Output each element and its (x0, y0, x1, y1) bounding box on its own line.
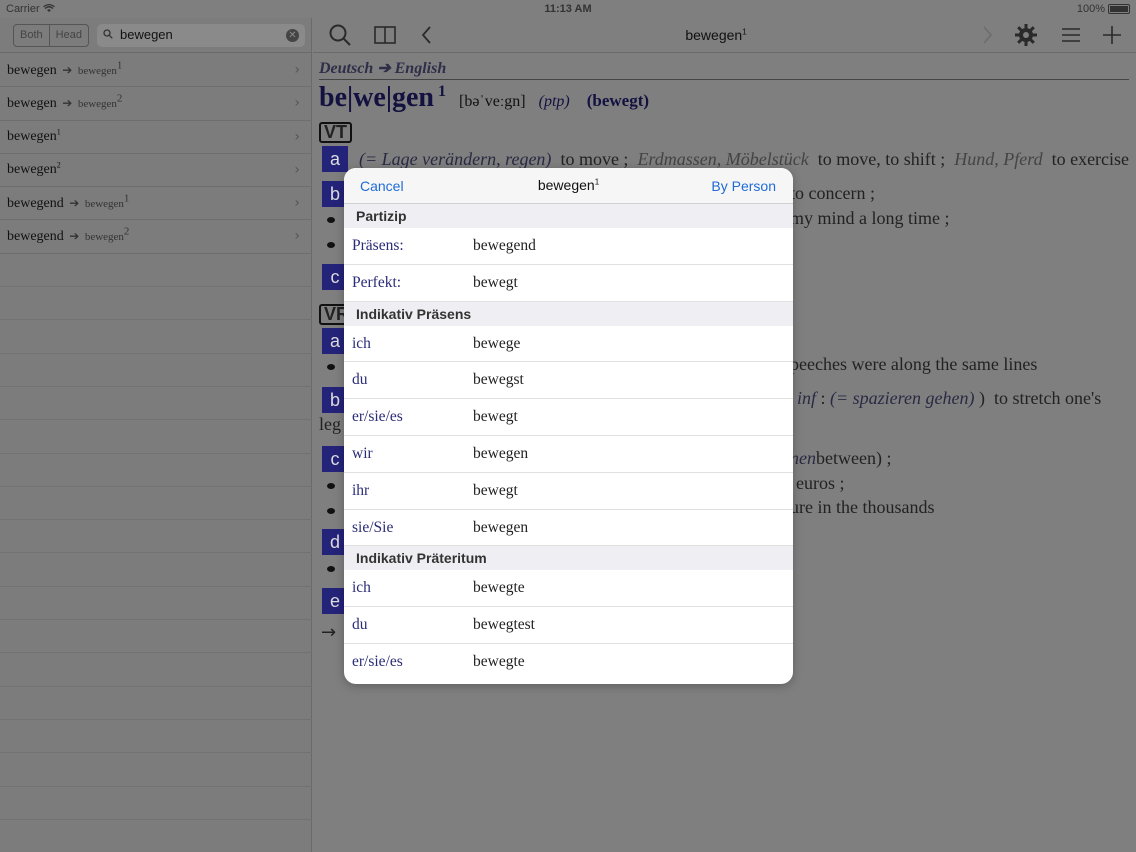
search-icon (103, 29, 113, 39)
conjugation-row: ihr bewegt (344, 473, 793, 510)
dialog-header: Cancel bewegen1 By Person (344, 168, 793, 204)
entry-fragment: to concern ; (790, 183, 875, 203)
sense-a-text: (= Lage verändern, regen) to move ; Erdm… (359, 149, 1130, 169)
entry-fragment: peeches were along the same lines (790, 354, 1038, 374)
scope-head-button[interactable]: Head (48, 25, 88, 46)
entry-fragment: euros ; (796, 473, 845, 493)
arrow-icon: ➔ (69, 196, 80, 211)
bullet (327, 217, 335, 223)
chevron-right-icon: › (294, 62, 300, 78)
conjugation-row: er/sie/es bewegt (344, 399, 793, 436)
conjugation-table[interactable]: Partizip Präsens: bewegend Perfekt: bewe… (344, 204, 793, 684)
bullet (327, 364, 335, 370)
entry-fragment: leg (319, 414, 341, 434)
language-direction: Deutsch ➔ English (319, 58, 1129, 80)
bullet (327, 508, 335, 514)
empty-row (0, 587, 312, 621)
dictionary-entry: Deutsch ➔ English be|we|gen 1 [bəˈveːgn] … (319, 58, 1134, 114)
empty-row (0, 354, 312, 387)
empty-row (0, 520, 312, 554)
grammar-label: (ptp) (538, 93, 570, 110)
results-list: bewegen ➔ bewegen1 › bewegen ➔ bewegen2 … (0, 54, 312, 820)
battery-indicator: 100% (1077, 3, 1130, 15)
conjugation-row: er/sie/es bewegte (352, 652, 525, 670)
conjugation-row: ich bewegte (344, 570, 793, 608)
pronunciation: [bəˈveːgn] (458, 93, 526, 110)
search-input[interactable]: bewegen ✕ (97, 24, 305, 47)
list-item[interactable]: bewegen1 › (0, 121, 312, 154)
chevron-right-icon: › (294, 128, 300, 145)
empty-row (0, 787, 312, 820)
arrow-icon: ➔ (62, 63, 73, 77)
gear-icon[interactable] (1013, 22, 1039, 48)
empty-row (0, 454, 312, 487)
forward-icon[interactable] (974, 22, 1000, 48)
conjugation-row: sie/Sie bewegen (344, 510, 793, 547)
conjugation-dialog: Cancel bewegen1 By Person Partizip Präse… (344, 168, 793, 684)
conjugation-row: du bewegtest (344, 607, 793, 644)
conjugation-row: du bewegst (344, 362, 793, 400)
section-header: Indikativ Präsens (344, 301, 793, 326)
cross-reference-arrow: → (321, 622, 337, 643)
empty-row (0, 753, 312, 787)
section-header: Indikativ Präteritum (344, 546, 793, 571)
search-scope-control: Both Head (13, 24, 89, 47)
empty-row (0, 620, 312, 654)
conjugation-row: Präsens: bewegend (344, 228, 793, 265)
search-bar: Both Head bewegen ✕ (0, 18, 312, 53)
empty-row (0, 553, 312, 587)
conjugation-row: wir bewegen (344, 436, 793, 473)
conjugation-row: Perfekt: bewegt (344, 265, 793, 302)
search-value: bewegen (120, 27, 173, 42)
entry-fragment: ure in the thousands (790, 497, 935, 517)
empty-row (0, 387, 312, 421)
battery-icon (1108, 4, 1130, 14)
results-panel: Both Head bewegen ✕ bewegen ➔ bewegen1 ›… (0, 18, 312, 852)
chevron-right-icon: › (294, 95, 300, 112)
chevron-right-icon: › (294, 195, 300, 212)
list-item[interactable]: bewegend ➔ bewegen2 › (0, 220, 312, 254)
battery-percent: 100% (1076, 3, 1105, 15)
clear-search-icon[interactable]: ✕ (286, 29, 299, 42)
empty-row (0, 687, 312, 720)
headword: be|we|gen (319, 82, 434, 113)
empty-row (0, 254, 312, 288)
participle-form: (bewegt) (586, 91, 650, 110)
chevron-right-icon: › (294, 161, 300, 178)
section-header: Partizip (344, 204, 793, 228)
empty-row (0, 287, 312, 321)
arrow-icon: ➔ (69, 229, 80, 244)
status-bar: Carrier 11:13 AM 100% (0, 0, 1136, 18)
arrow-icon: ➔ (62, 96, 73, 111)
bullet (327, 483, 335, 489)
entry-fragment-line: nenbetween) ; (790, 448, 892, 468)
homograph-number: 1 (437, 82, 446, 100)
entry-fragment: my mind a long time ; (790, 208, 950, 228)
scope-both-button[interactable]: Both (14, 25, 49, 46)
toolbar: bewegen1 (313, 18, 1136, 53)
vt-label: VT (319, 122, 353, 143)
list-item[interactable]: bewegen ➔ bewegen1 › (0, 54, 312, 88)
headword-line: be|we|gen 1 [bəˈveːgn] (ptp) (bewegt) (319, 82, 1134, 114)
list-item[interactable]: bewegen2 › (0, 154, 312, 188)
empty-row (0, 653, 312, 687)
chevron-right-icon: › (294, 228, 300, 245)
empty-row (0, 487, 312, 521)
empty-row (0, 720, 312, 754)
entry-fragment-line: inf : (= spazieren gehen) ) to stretch o… (797, 388, 1102, 408)
empty-row (0, 320, 312, 354)
bullet (327, 242, 335, 248)
empty-row (0, 420, 312, 454)
by-person-button[interactable]: By Person (711, 178, 776, 194)
conjugation-row: ich bewege (344, 326, 793, 363)
add-icon[interactable] (1099, 22, 1125, 48)
list-icon[interactable] (1058, 22, 1084, 48)
clock: 11:13 AM (544, 3, 592, 15)
list-item[interactable]: bewegend ➔ bewegen1 › (0, 187, 312, 221)
list-item[interactable]: bewegen ➔ bewegen2 › (0, 87, 312, 121)
bullet (327, 566, 335, 572)
